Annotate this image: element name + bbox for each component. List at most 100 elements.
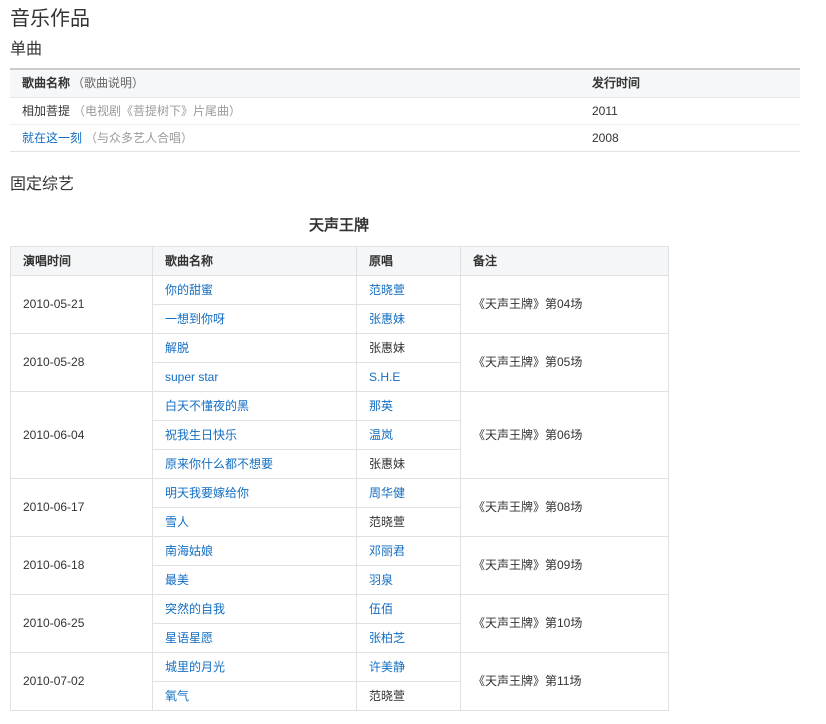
single-song-note: （与众多艺人合唱） bbox=[85, 131, 193, 145]
original-artist-link[interactable]: 张柏芝 bbox=[369, 631, 405, 645]
single-row: 就在这一刻（与众多艺人合唱）2008 bbox=[10, 125, 800, 152]
performance-row: 2010-06-17明天我要嫁给你周华健《天声王牌》第08场 bbox=[11, 479, 669, 508]
performance-song-cell: 明天我要嫁给你 bbox=[153, 479, 357, 508]
variety-table-title: 天声王牌 bbox=[10, 217, 668, 234]
performance-date-cell: 2010-06-17 bbox=[11, 479, 153, 537]
performance-song-link[interactable]: 最美 bbox=[165, 573, 189, 587]
performance-song-cell: 原来你什么都不想要 bbox=[153, 450, 357, 479]
performance-song-cell: 白天不懂夜的黑 bbox=[153, 392, 357, 421]
performance-song-cell: 城里的月光 bbox=[153, 653, 357, 682]
original-artist-link[interactable]: 邓丽君 bbox=[369, 544, 405, 558]
performance-date-cell: 2010-05-28 bbox=[11, 334, 153, 392]
performance-song-link[interactable]: 解脱 bbox=[165, 341, 189, 355]
original-artist-link[interactable]: 羽泉 bbox=[369, 573, 393, 587]
remark-cell: 《天声王牌》第11场 bbox=[461, 653, 669, 711]
original-artist-cell: 张惠妹 bbox=[357, 450, 461, 479]
performance-song-link[interactable]: 雪人 bbox=[165, 515, 189, 529]
performance-row: 2010-06-04白天不懂夜的黑那英《天声王牌》第06场 bbox=[11, 392, 669, 421]
performance-date-cell: 2010-07-02 bbox=[11, 653, 153, 711]
performance-song-cell: 突然的自我 bbox=[153, 595, 357, 624]
variety-col-2: 原唱 bbox=[357, 247, 461, 276]
single-year-cell: 2008 bbox=[580, 125, 800, 152]
performance-song-cell: 雪人 bbox=[153, 508, 357, 537]
singles-col-release: 发行时间 bbox=[580, 69, 800, 98]
original-artist-cell: 伍佰 bbox=[357, 595, 461, 624]
section-title-music-works: 音乐作品 bbox=[10, 6, 816, 32]
performance-song-link[interactable]: 突然的自我 bbox=[165, 602, 225, 616]
performance-date-cell: 2010-06-18 bbox=[11, 537, 153, 595]
singles-table: 歌曲名称（歌曲说明） 发行时间 相加菩提（电视剧《菩提树下》片尾曲）2011就在… bbox=[10, 68, 800, 152]
performance-song-link[interactable]: 星语星愿 bbox=[165, 631, 213, 645]
article-content: 音乐作品 单曲 歌曲名称（歌曲说明） 发行时间 相加菩提（电视剧《菩提树下》片尾… bbox=[0, 0, 826, 711]
original-artist-link[interactable]: 许美静 bbox=[369, 660, 405, 674]
original-artist-cell: 张柏芝 bbox=[357, 624, 461, 653]
single-song-cell: 就在这一刻（与众多艺人合唱） bbox=[10, 125, 580, 152]
single-song-note: （电视剧《菩提树下》片尾曲） bbox=[73, 104, 241, 118]
variety-header-row: 演唱时间歌曲名称原唱备注 bbox=[11, 247, 669, 276]
original-artist-link[interactable]: 温岚 bbox=[369, 428, 393, 442]
performance-song-cell: 祝我生日快乐 bbox=[153, 421, 357, 450]
variety-col-1: 歌曲名称 bbox=[153, 247, 357, 276]
original-artist-cell: 范晓萱 bbox=[357, 682, 461, 711]
performance-song-cell: 一想到你呀 bbox=[153, 305, 357, 334]
performance-song-cell: 你的甜蜜 bbox=[153, 276, 357, 305]
single-song-text: 相加菩提 bbox=[22, 104, 70, 118]
performance-song-cell: super star bbox=[153, 363, 357, 392]
performance-row: 2010-06-25突然的自我伍佰《天声王牌》第10场 bbox=[11, 595, 669, 624]
performance-row: 2010-06-18南海姑娘邓丽君《天声王牌》第09场 bbox=[11, 537, 669, 566]
original-artist-link[interactable]: S.H.E bbox=[369, 370, 400, 384]
singles-header-row: 歌曲名称（歌曲说明） 发行时间 bbox=[10, 69, 800, 98]
original-artist-text: 张惠妹 bbox=[369, 341, 405, 355]
singles-col-song-note: （歌曲说明） bbox=[72, 76, 144, 90]
performance-row: 2010-05-28解脱张惠妹《天声王牌》第05场 bbox=[11, 334, 669, 363]
original-artist-cell: 张惠妹 bbox=[357, 334, 461, 363]
original-artist-text: 范晓萱 bbox=[369, 689, 405, 703]
original-artist-cell: 范晓萱 bbox=[357, 508, 461, 537]
original-artist-link[interactable]: 范晓萱 bbox=[369, 283, 405, 297]
performance-song-cell: 氧气 bbox=[153, 682, 357, 711]
singles-col-song-label: 歌曲名称 bbox=[22, 76, 70, 90]
remark-cell: 《天声王牌》第05场 bbox=[461, 334, 669, 392]
performance-song-link[interactable]: 原来你什么都不想要 bbox=[165, 457, 273, 471]
original-artist-cell: 那英 bbox=[357, 392, 461, 421]
performance-date-cell: 2010-06-25 bbox=[11, 595, 153, 653]
remark-cell: 《天声王牌》第10场 bbox=[461, 595, 669, 653]
variety-col-3: 备注 bbox=[461, 247, 669, 276]
performance-song-link[interactable]: 祝我生日快乐 bbox=[165, 428, 237, 442]
performance-date-cell: 2010-06-04 bbox=[11, 392, 153, 479]
performance-row: 2010-07-02城里的月光许美静《天声王牌》第11场 bbox=[11, 653, 669, 682]
original-artist-cell: 羽泉 bbox=[357, 566, 461, 595]
original-artist-link[interactable]: 张惠妹 bbox=[369, 312, 405, 326]
original-artist-text: 范晓萱 bbox=[369, 515, 405, 529]
remark-cell: 《天声王牌》第04场 bbox=[461, 276, 669, 334]
variety-table: 演唱时间歌曲名称原唱备注 2010-05-21你的甜蜜范晓萱《天声王牌》第04场… bbox=[10, 246, 669, 711]
performance-song-cell: 星语星愿 bbox=[153, 624, 357, 653]
original-artist-cell: 温岚 bbox=[357, 421, 461, 450]
performance-song-link[interactable]: super star bbox=[165, 370, 218, 384]
original-artist-link[interactable]: 伍佰 bbox=[369, 602, 393, 616]
performance-song-link[interactable]: 明天我要嫁给你 bbox=[165, 486, 249, 500]
remark-cell: 《天声王牌》第08场 bbox=[461, 479, 669, 537]
variety-col-0: 演唱时间 bbox=[11, 247, 153, 276]
original-artist-link[interactable]: 那英 bbox=[369, 399, 393, 413]
original-artist-text: 张惠妹 bbox=[369, 457, 405, 471]
performance-song-link[interactable]: 你的甜蜜 bbox=[165, 283, 213, 297]
performance-song-link[interactable]: 氧气 bbox=[165, 689, 189, 703]
original-artist-link[interactable]: 周华健 bbox=[369, 486, 405, 500]
subsection-title-singles: 单曲 bbox=[10, 39, 816, 60]
remark-cell: 《天声王牌》第09场 bbox=[461, 537, 669, 595]
single-song-link[interactable]: 就在这一刻 bbox=[22, 131, 82, 145]
singles-col-song: 歌曲名称（歌曲说明） bbox=[10, 69, 580, 98]
remark-cell: 《天声王牌》第06场 bbox=[461, 392, 669, 479]
performance-date-cell: 2010-05-21 bbox=[11, 276, 153, 334]
subsection-title-variety: 固定综艺 bbox=[10, 174, 816, 195]
single-year-cell: 2011 bbox=[580, 98, 800, 125]
performance-song-link[interactable]: 白天不懂夜的黑 bbox=[165, 399, 249, 413]
original-artist-cell: S.H.E bbox=[357, 363, 461, 392]
single-song-cell: 相加菩提（电视剧《菩提树下》片尾曲） bbox=[10, 98, 580, 125]
performance-song-cell: 解脱 bbox=[153, 334, 357, 363]
performance-song-link[interactable]: 南海姑娘 bbox=[165, 544, 213, 558]
performance-song-link[interactable]: 一想到你呀 bbox=[165, 312, 225, 326]
performance-song-link[interactable]: 城里的月光 bbox=[165, 660, 225, 674]
performance-song-cell: 南海姑娘 bbox=[153, 537, 357, 566]
